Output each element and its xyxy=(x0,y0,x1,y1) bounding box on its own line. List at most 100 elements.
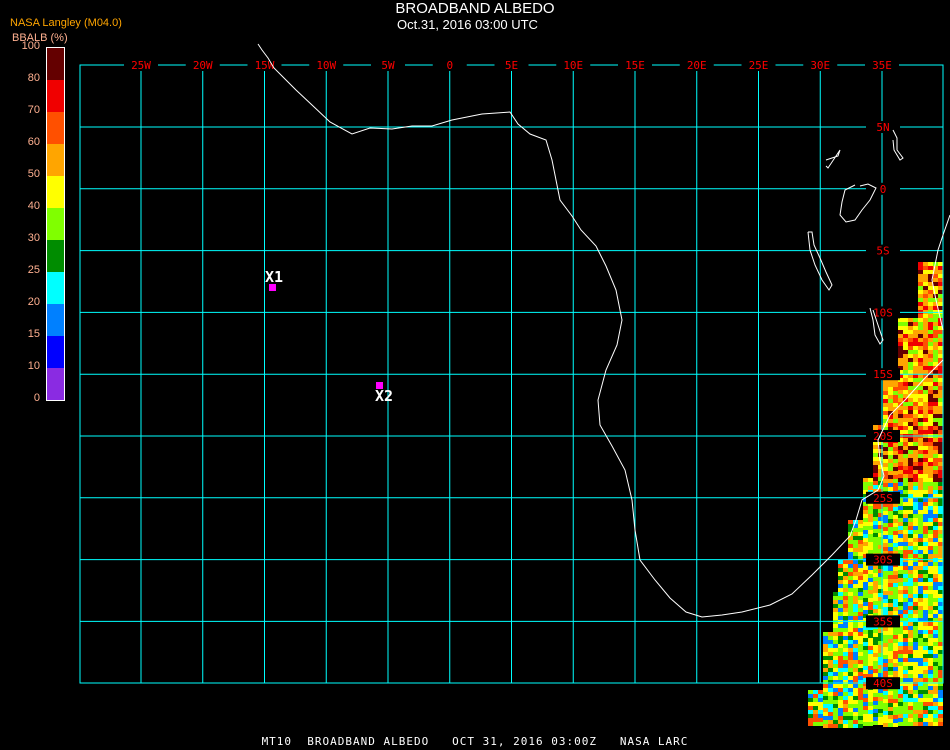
albedo-pixel xyxy=(933,502,938,506)
albedo-pixel xyxy=(918,502,923,506)
albedo-pixel xyxy=(833,684,838,688)
albedo-pixel xyxy=(893,415,898,419)
albedo-pixel xyxy=(838,600,843,604)
albedo-pixel xyxy=(863,578,868,582)
albedo-pixel xyxy=(903,530,908,534)
albedo-pixel xyxy=(918,590,923,594)
albedo-pixel xyxy=(923,466,928,470)
albedo-pixel xyxy=(883,527,888,531)
albedo-pixel xyxy=(928,346,933,350)
albedo-pixel xyxy=(923,370,928,374)
albedo-pixel xyxy=(893,651,898,655)
albedo-pixel xyxy=(903,694,908,698)
albedo-pixel xyxy=(873,465,878,469)
albedo-pixel xyxy=(918,486,923,490)
albedo-pixel xyxy=(928,718,933,722)
albedo-pixel xyxy=(823,672,828,676)
albedo-pixel xyxy=(918,670,923,674)
albedo-pixel xyxy=(913,426,918,430)
albedo-pixel xyxy=(883,403,888,407)
albedo-pixel xyxy=(863,526,868,530)
albedo-pixel xyxy=(863,722,868,726)
albedo-pixel xyxy=(923,290,928,294)
albedo-pixel xyxy=(873,481,878,485)
albedo-pixel xyxy=(843,560,848,564)
albedo-pixel xyxy=(898,570,903,574)
albedo-pixel xyxy=(938,506,943,510)
albedo-pixel xyxy=(918,318,923,322)
albedo-pixel xyxy=(928,302,933,306)
albedo-pixel xyxy=(888,403,893,407)
albedo-pixel xyxy=(843,704,848,708)
albedo-pixel xyxy=(893,463,898,467)
albedo-pixel xyxy=(868,478,873,482)
albedo-pixel xyxy=(903,478,908,482)
albedo-pixel xyxy=(863,486,868,490)
albedo-pixel xyxy=(848,720,853,724)
albedo-pixel xyxy=(888,715,893,719)
albedo-pixel xyxy=(858,660,863,664)
albedo-pixel xyxy=(823,632,828,636)
albedo-pixel xyxy=(923,718,928,722)
albedo-pixel xyxy=(908,342,913,346)
albedo-pixel xyxy=(833,644,838,648)
albedo-pixel xyxy=(848,520,853,524)
albedo-pixel xyxy=(873,701,878,705)
albedo-pixel xyxy=(898,418,903,422)
albedo-pixel xyxy=(823,724,828,728)
albedo-pixel xyxy=(933,646,938,650)
albedo-pixel xyxy=(903,410,908,414)
albedo-pixel xyxy=(863,662,868,666)
albedo-pixel xyxy=(908,514,913,518)
albedo-pixel xyxy=(913,474,918,478)
albedo-pixel xyxy=(813,706,818,710)
albedo-pixel xyxy=(898,450,903,454)
albedo-pixel xyxy=(863,586,868,590)
albedo-pixel xyxy=(903,610,908,614)
albedo-pixel xyxy=(903,370,908,374)
albedo-pixel xyxy=(933,542,938,546)
albedo-pixel xyxy=(918,458,923,462)
albedo-pixel xyxy=(888,607,893,611)
albedo-pixel xyxy=(843,700,848,704)
albedo-pixel xyxy=(913,686,918,690)
albedo-pixel xyxy=(833,592,838,596)
albedo-pixel xyxy=(813,690,818,694)
albedo-pixel xyxy=(928,398,933,402)
albedo-pixel xyxy=(913,402,918,406)
albedo-pixel xyxy=(828,648,833,652)
albedo-pixel xyxy=(918,274,923,278)
albedo-pixel xyxy=(873,637,878,641)
albedo-pixel xyxy=(833,632,838,636)
albedo-pixel xyxy=(938,338,943,342)
albedo-pixel xyxy=(903,330,908,334)
albedo-pixel xyxy=(898,478,903,482)
albedo-pixel xyxy=(938,262,943,266)
albedo-pixel xyxy=(913,602,918,606)
albedo-pixel xyxy=(918,338,923,342)
albedo-pixel xyxy=(853,708,858,712)
albedo-pixel xyxy=(898,442,903,446)
albedo-pixel xyxy=(938,638,943,642)
albedo-pixel xyxy=(833,628,838,632)
albedo-pixel xyxy=(938,446,943,450)
albedo-pixel xyxy=(853,724,858,728)
albedo-pixel xyxy=(833,616,838,620)
albedo-pixel xyxy=(908,490,913,494)
albedo-pixel xyxy=(868,594,873,598)
albedo-pixel xyxy=(893,395,898,399)
albedo-pixel xyxy=(933,410,938,414)
albedo-pixel xyxy=(828,700,833,704)
albedo-pixel xyxy=(918,346,923,350)
longitude-label: 5W xyxy=(381,59,395,72)
albedo-pixel xyxy=(883,631,888,635)
albedo-pixel xyxy=(893,523,898,527)
albedo-pixel xyxy=(898,646,903,650)
albedo-pixel xyxy=(853,568,858,572)
albedo-pixel xyxy=(913,586,918,590)
latitude-label: 5N xyxy=(876,121,889,134)
albedo-pixel xyxy=(903,538,908,542)
albedo-pixel xyxy=(918,454,923,458)
albedo-pixel xyxy=(908,382,913,386)
albedo-pixel xyxy=(933,450,938,454)
